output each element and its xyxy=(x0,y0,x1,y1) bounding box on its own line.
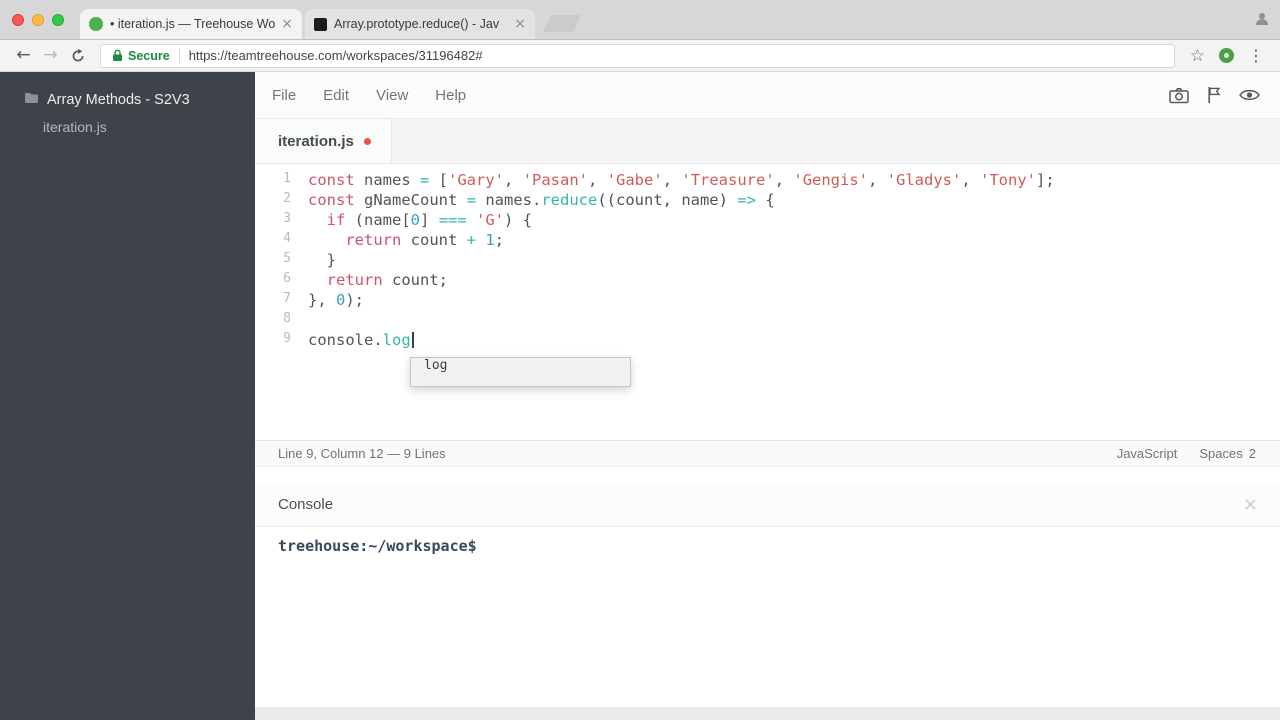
text-cursor xyxy=(411,332,414,348)
back-button[interactable]: ← xyxy=(10,47,37,64)
lock-icon xyxy=(112,49,123,62)
cursor-position: Line 9, Column 12 — 9 Lines xyxy=(278,446,446,461)
folder-icon xyxy=(24,92,39,108)
editor-tab-label: iteration.js xyxy=(278,132,354,150)
window-zoom-button[interactable] xyxy=(52,14,64,26)
terminal[interactable]: treehouse:~/workspace$ xyxy=(255,527,1280,707)
code-line[interactable]: 6 return count; xyxy=(255,271,1280,291)
profile-icon[interactable] xyxy=(1254,11,1270,32)
snapshot-camera-icon[interactable] xyxy=(1169,87,1189,104)
sidebar-project[interactable]: Array Methods - S2V3 xyxy=(0,72,255,108)
sidebar-file-iteration-js[interactable]: iteration.js xyxy=(0,108,255,135)
code-line[interactable]: 3 if (name[0] === 'G') { xyxy=(255,211,1280,231)
window-titlebar: • iteration.js — Treehouse Wo × Array.pr… xyxy=(0,0,1280,40)
code-line[interactable]: 5 } xyxy=(255,251,1280,271)
indent-selector[interactable]: Spaces 2 xyxy=(1199,446,1256,461)
editor-tabbar: iteration.js xyxy=(255,119,1280,164)
fork-flag-icon[interactable] xyxy=(1207,86,1221,104)
browser-menu-icon[interactable]: ⋮ xyxy=(1248,46,1264,65)
code-line[interactable]: 1 const names = ['Gary', 'Pasan', 'Gabe',… xyxy=(255,171,1280,191)
workspace-main: File Edit View Help iteration.js 1 const… xyxy=(255,72,1280,720)
workspace-toolbar-icons xyxy=(1169,86,1260,104)
reload-button[interactable] xyxy=(64,48,91,64)
workspace-menubar: File Edit View Help xyxy=(255,72,1280,119)
line-number: 7 xyxy=(283,291,291,306)
file-name: iteration.js xyxy=(43,119,107,135)
line-number: 8 xyxy=(283,311,291,326)
line-number: 6 xyxy=(283,271,291,286)
console-header: Console × xyxy=(255,483,1280,527)
browser-tab-workspace[interactable]: • iteration.js — Treehouse Wo × xyxy=(80,9,302,39)
code-line[interactable]: 4 return count + 1; xyxy=(255,231,1280,251)
window-minimize-button[interactable] xyxy=(32,14,44,26)
line-number: 1 xyxy=(283,171,291,186)
menu-edit[interactable]: Edit xyxy=(323,87,349,104)
autocomplete-popup: log xyxy=(410,357,631,387)
new-tab-button[interactable] xyxy=(542,15,582,32)
code-line[interactable]: 2 const gNameCount = names.reduce((count,… xyxy=(255,191,1280,211)
autocomplete-item-log[interactable]: log xyxy=(411,358,630,386)
secure-label: Secure xyxy=(128,48,170,63)
forward-button[interactable]: → xyxy=(37,47,64,64)
tab-close-icon[interactable]: × xyxy=(514,17,526,31)
line-number: 3 xyxy=(283,211,291,226)
console-title: Console xyxy=(278,496,334,513)
mdn-favicon-icon xyxy=(314,17,327,31)
tab-close-icon[interactable]: × xyxy=(281,17,293,31)
window-controls xyxy=(12,14,64,26)
address-bar[interactable]: Secure https://teamtreehouse.com/workspa… xyxy=(100,43,1175,68)
project-name: Array Methods - S2V3 xyxy=(47,92,190,108)
line-number: 5 xyxy=(283,251,291,266)
terminal-prompt: treehouse:~/workspace$ xyxy=(278,537,477,555)
bottom-strip xyxy=(255,707,1280,720)
editor-tab-modified-dot xyxy=(363,137,371,145)
browser-toolbar: ← → Secure https://teamtreehouse.com/wor… xyxy=(0,40,1280,72)
editor-statusbar: Line 9, Column 12 — 9 Lines JavaScript S… xyxy=(255,440,1280,467)
code-line[interactable]: 7}, 0); xyxy=(255,291,1280,311)
indent-value: 2 xyxy=(1248,446,1256,461)
menu-file[interactable]: File xyxy=(272,87,296,104)
workspace-sidebar: Array Methods - S2V3 iteration.js xyxy=(0,72,255,720)
browser-tabstrip: • iteration.js — Treehouse Wo × Array.pr… xyxy=(80,9,582,39)
url-text: https://teamtreehouse.com/workspaces/311… xyxy=(188,48,483,63)
omnibox-separator xyxy=(178,48,180,63)
menu-help[interactable]: Help xyxy=(435,87,466,104)
indent-label: Spaces xyxy=(1199,446,1243,461)
code-editor[interactable]: 1 const names = ['Gary', 'Pasan', 'Gabe',… xyxy=(255,164,1280,440)
preview-eye-icon[interactable] xyxy=(1239,88,1260,102)
line-number: 4 xyxy=(283,231,291,246)
bookmark-star-icon[interactable]: ☆ xyxy=(1190,46,1205,66)
line-number: 2 xyxy=(283,191,291,206)
code-line[interactable]: 9 console.log xyxy=(255,331,1280,351)
extension-icon[interactable] xyxy=(1219,48,1234,63)
editor-tab-iteration-js[interactable]: iteration.js xyxy=(255,119,392,163)
console-close-icon[interactable]: × xyxy=(1243,495,1258,514)
treehouse-favicon-icon xyxy=(89,17,103,31)
browser-tab-mdn[interactable]: Array.prototype.reduce() - Jav × xyxy=(305,9,535,39)
reload-icon xyxy=(72,48,83,61)
tab-title: • iteration.js — Treehouse Wo xyxy=(110,17,276,31)
window-close-button[interactable] xyxy=(12,14,24,26)
line-number: 9 xyxy=(283,331,291,346)
tab-title: Array.prototype.reduce() - Jav xyxy=(334,17,500,31)
language-selector[interactable]: JavaScript xyxy=(1117,446,1178,461)
code-line[interactable]: 8 xyxy=(255,311,1280,331)
menu-view[interactable]: View xyxy=(376,87,408,104)
